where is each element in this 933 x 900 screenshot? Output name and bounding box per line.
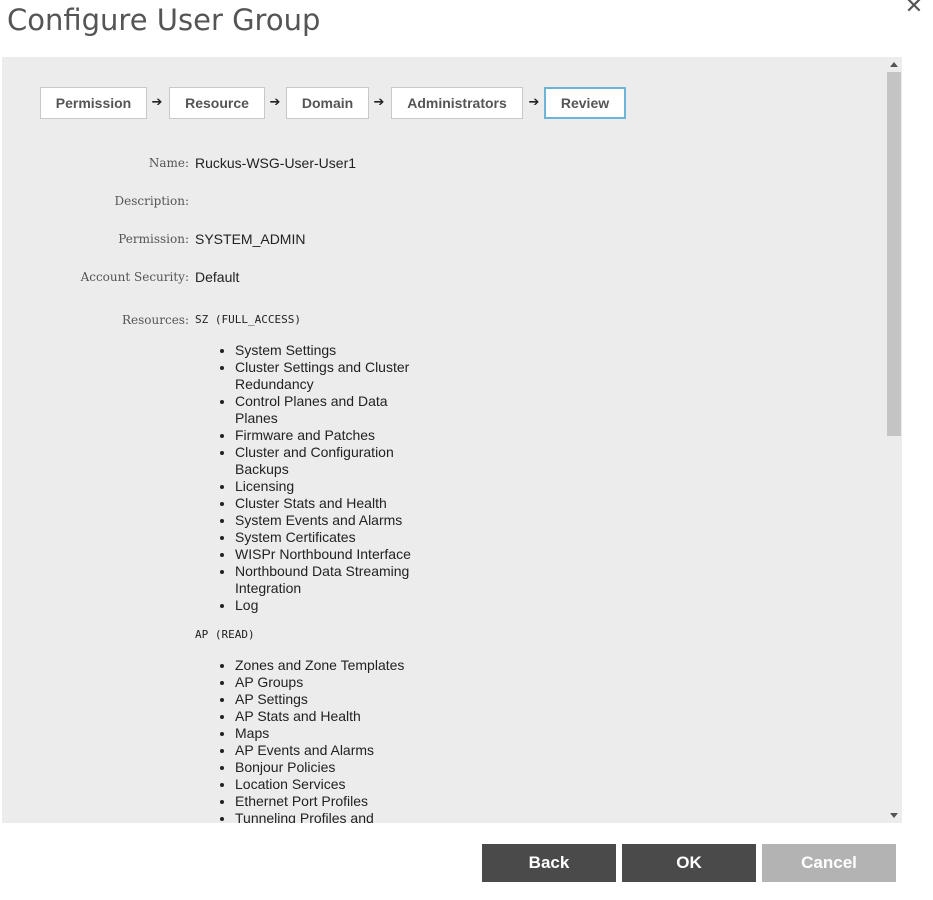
step-arrow-icon: ➔ xyxy=(269,95,281,110)
scrollbar-thumb[interactable] xyxy=(887,72,901,436)
list-item: AP Groups xyxy=(235,674,435,691)
step-permission[interactable]: Permission xyxy=(40,87,147,119)
list-item: Log xyxy=(235,597,415,614)
list-item: Cluster and Configuration Backups xyxy=(235,444,415,478)
list-item: Cluster Stats and Health xyxy=(235,495,415,512)
resource-group-heading-sz: SZ (FULL_ACCESS) xyxy=(195,313,301,326)
list-item: Bonjour Policies xyxy=(235,759,435,776)
step-resource[interactable]: Resource xyxy=(169,87,265,119)
review-panel: Permission ➔ Resource ➔ Domain ➔ Adminis… xyxy=(2,57,886,823)
step-administrators[interactable]: Administrators xyxy=(391,87,523,119)
step-domain[interactable]: Domain xyxy=(286,87,369,119)
list-item: System Certificates xyxy=(235,529,415,546)
list-item: Location Services xyxy=(235,776,435,793)
list-item: AP Events and Alarms xyxy=(235,742,435,759)
cancel-button[interactable]: Cancel xyxy=(762,844,896,882)
name-label: Name: xyxy=(148,156,189,170)
list-item: WISPr Northbound Interface xyxy=(235,546,415,563)
step-arrow-icon: ➔ xyxy=(151,95,163,110)
step-review[interactable]: Review xyxy=(544,87,626,119)
step-arrow-icon: ➔ xyxy=(373,95,385,110)
list-item: Zones and Zone Templates xyxy=(235,657,435,674)
account-security-value: Default xyxy=(195,269,240,285)
resources-label: Resources: xyxy=(121,313,189,327)
close-icon[interactable]: ✕ xyxy=(903,0,925,18)
scroll-up-icon[interactable] xyxy=(890,62,898,67)
list-item: Firmware and Patches xyxy=(235,427,415,444)
permission-value: SYSTEM_ADMIN xyxy=(195,231,306,247)
ok-button[interactable]: OK xyxy=(622,844,756,882)
scroll-down-icon[interactable] xyxy=(890,813,898,818)
list-item: Maps xyxy=(235,725,435,742)
step-arrow-icon: ➔ xyxy=(528,95,540,110)
list-item: Tunneling Profiles and xyxy=(235,810,435,823)
description-label: Description: xyxy=(114,194,189,208)
list-item: Northbound Data Streaming Integration xyxy=(235,563,415,597)
list-item: Ethernet Port Profiles xyxy=(235,793,435,810)
name-value: Ruckus-WSG-User-User1 xyxy=(195,155,357,171)
list-item: System Events and Alarms xyxy=(235,512,415,529)
list-item: Licensing xyxy=(235,478,415,495)
account-security-label: Account Security: xyxy=(80,270,189,284)
permission-label: Permission: xyxy=(118,232,189,246)
resource-group-heading-ap: AP (READ) xyxy=(195,628,255,641)
dialog-title: Configure User Group xyxy=(7,3,321,37)
list-item: Cluster Settings and Cluster Redundancy xyxy=(235,359,415,393)
list-item: Control Planes and Data Planes xyxy=(235,393,415,427)
vertical-scrollbar[interactable] xyxy=(886,57,902,823)
list-item: AP Settings xyxy=(235,691,435,708)
list-item: AP Stats and Health xyxy=(235,708,435,725)
list-item: System Settings xyxy=(235,342,415,359)
resource-list-sz: System Settings Cluster Settings and Clu… xyxy=(195,342,415,614)
back-button[interactable]: Back xyxy=(482,844,616,882)
resource-list-ap: Zones and Zone Templates AP Groups AP Se… xyxy=(195,657,435,823)
